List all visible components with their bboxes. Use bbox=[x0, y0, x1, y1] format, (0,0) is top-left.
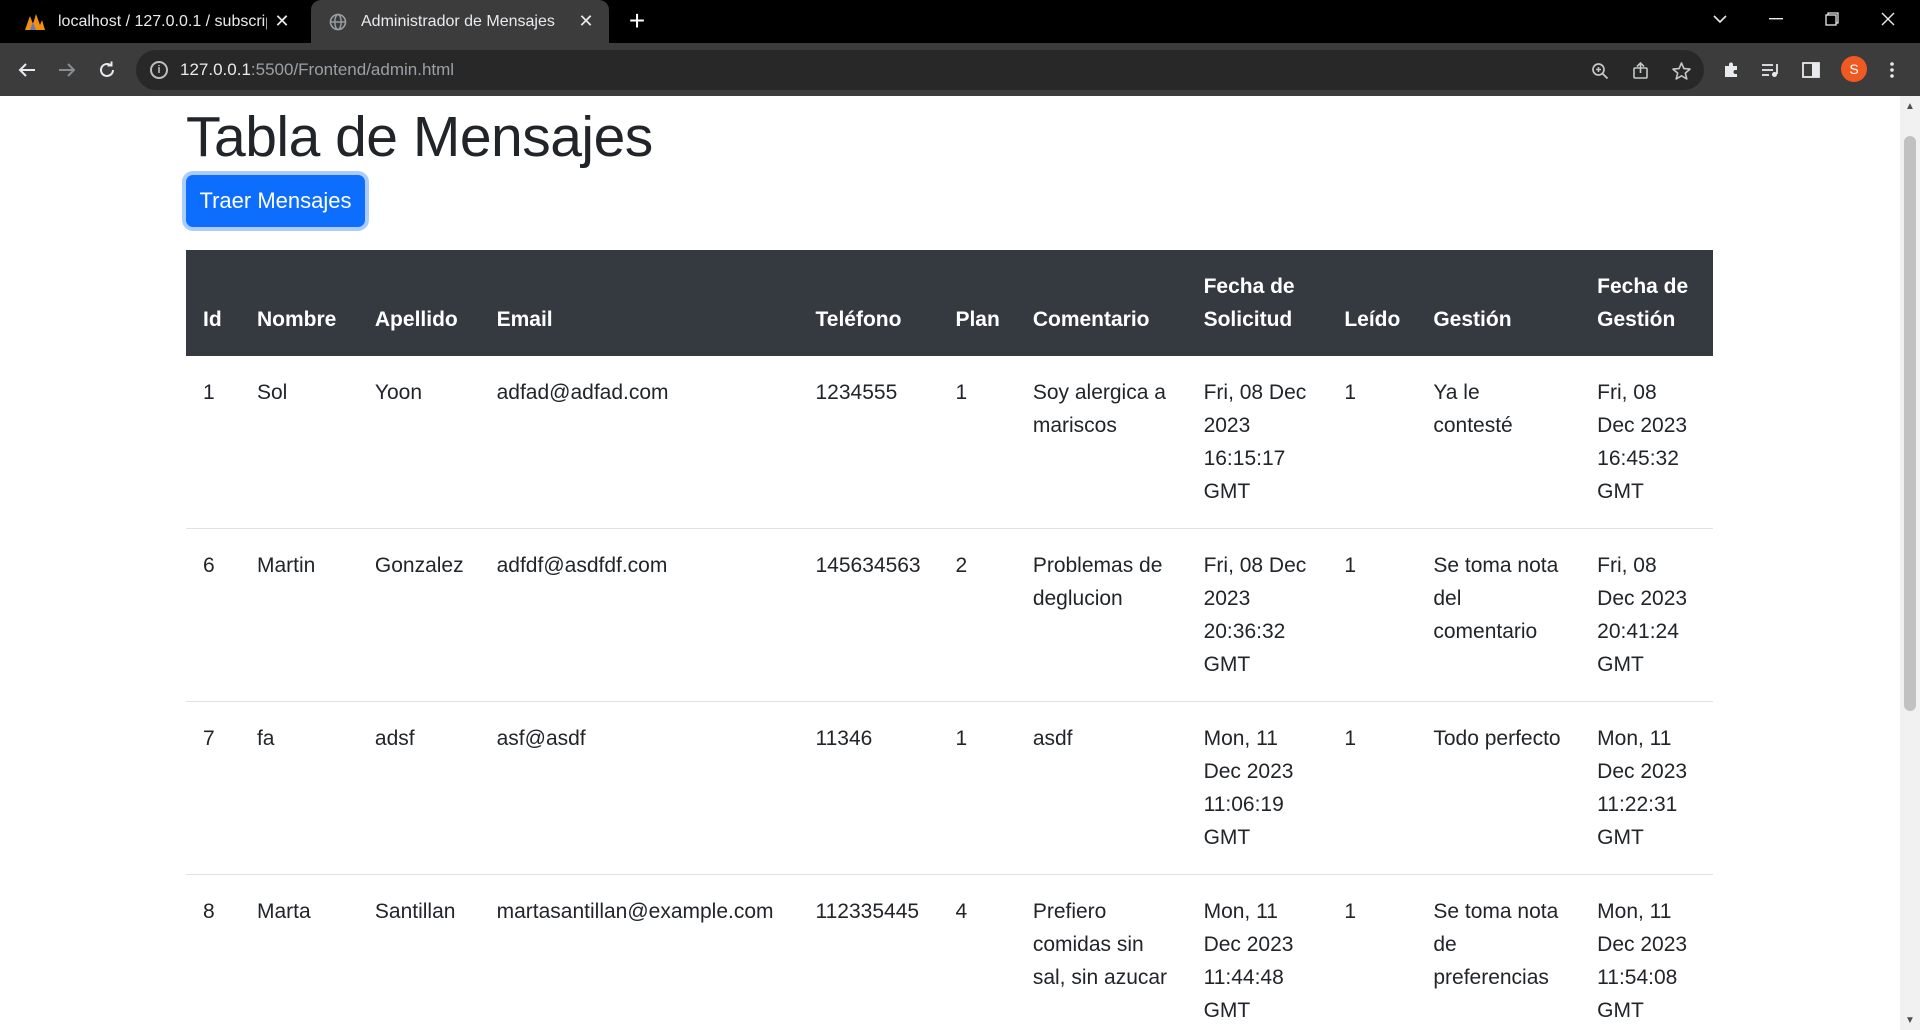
close-icon[interactable]: ✕ bbox=[571, 7, 601, 37]
zoom-icon[interactable] bbox=[1587, 58, 1613, 84]
header-nombre: Nombre bbox=[239, 250, 358, 356]
cell-id: 8 bbox=[203, 900, 215, 923]
cell-email: adfdf@asdfdf.com bbox=[479, 528, 799, 702]
cell-telefono: 145634563 bbox=[798, 528, 939, 702]
header-telefono: Teléfono bbox=[798, 250, 939, 356]
table-row: 6 Martin Gonzalez adfdf@asdfdf.com 14563… bbox=[186, 528, 1713, 702]
messages-table: Id Nombre Apellido Email Teléfono Plan C… bbox=[186, 250, 1713, 1030]
address-bar[interactable]: i 127.0.0.1:5500/Frontend/admin.html bbox=[136, 50, 1704, 90]
cell-leido: 1 bbox=[1327, 701, 1417, 875]
cell-id: 1 bbox=[186, 356, 240, 529]
scroll-up-arrow-icon[interactable]: ▲ bbox=[1900, 96, 1920, 116]
cell-nombre: Martin bbox=[239, 528, 358, 702]
cell-email: adfad@adfad.com bbox=[479, 356, 799, 529]
url-text: 127.0.0.1:5500/Frontend/admin.html bbox=[180, 60, 455, 79]
cell-email: asf@asdf bbox=[479, 701, 799, 875]
cell-fecha-gestion: Mon, 11 Dec 2023 11:22:31 GMT bbox=[1580, 701, 1713, 875]
cell-comentario: Problemas de deglucion bbox=[1015, 528, 1187, 702]
scroll-down-arrow-icon[interactable]: ▼ bbox=[1900, 1010, 1920, 1030]
cell-nombre: Sol bbox=[239, 356, 358, 529]
cell-gestion: Se toma nota de preferencias bbox=[1433, 900, 1559, 989]
header-comentario: Comentario bbox=[1015, 250, 1187, 356]
restore-icon[interactable] bbox=[1804, 0, 1860, 38]
header-row: Id Nombre Apellido Email Teléfono Plan C… bbox=[186, 250, 1713, 356]
cell-plan: 1 bbox=[938, 701, 1016, 875]
share-icon[interactable] bbox=[1628, 58, 1654, 84]
cell-fecha-gestion: Fri, 08 Dec 2023 20:41:24 GMT bbox=[1580, 528, 1713, 702]
cell-apellido: adsf bbox=[357, 701, 480, 875]
page-viewport: Tabla de Mensajes Traer Mensajes Id Nomb… bbox=[0, 96, 1900, 1030]
close-window-icon[interactable] bbox=[1860, 0, 1916, 38]
profile-avatar[interactable]: S bbox=[1841, 56, 1867, 82]
close-icon[interactable]: ✕ bbox=[267, 7, 297, 37]
cell-fecha-solicitud: Mon, 11 Dec 2023 11:06:19 GMT bbox=[1186, 701, 1328, 875]
scrollbar-thumb[interactable] bbox=[1904, 136, 1916, 711]
tab-title: Administrador de Mensajes bbox=[361, 12, 555, 30]
header-email: Email bbox=[479, 250, 799, 356]
phpmyadmin-icon bbox=[24, 11, 46, 33]
cell-leido: 1 bbox=[1327, 356, 1417, 529]
cell-apellido: Gonzalez bbox=[357, 528, 480, 702]
cell-fecha-solicitud: Mon, 11 Dec 2023 11:44:48 GMT bbox=[1203, 900, 1294, 1022]
table-body: 1 Sol Yoon adfad@adfad.com 1234555 1 Soy… bbox=[186, 356, 1713, 1030]
minimize-icon[interactable] bbox=[1748, 0, 1804, 38]
header-plan: Plan bbox=[938, 250, 1016, 356]
new-tab-button[interactable]: + bbox=[622, 5, 652, 36]
header-apellido: Apellido bbox=[357, 250, 480, 356]
header-leido: Leído bbox=[1327, 250, 1417, 356]
browser-tab-phpmyadmin[interactable]: localhost / 127.0.0.1 / subscripciones ✕ bbox=[0, 0, 305, 43]
side-panel-icon[interactable] bbox=[1795, 54, 1827, 86]
kebab-menu-icon[interactable] bbox=[1876, 54, 1908, 86]
tab-title: localhost / 127.0.0.1 / subscripciones bbox=[58, 12, 267, 30]
cell-nombre: fa bbox=[239, 701, 358, 875]
browser-tab-bar: localhost / 127.0.0.1 / subscripciones ✕… bbox=[0, 0, 1920, 43]
cell-gestion: Todo perfecto bbox=[1416, 701, 1581, 875]
cell-fecha-solicitud: Fri, 08 Dec 2023 16:15:17 GMT bbox=[1186, 356, 1328, 529]
forward-arrow-icon[interactable] bbox=[50, 53, 84, 87]
table-row: 7 fa adsf asf@asdf 11346 1 asdf Mon, 11 … bbox=[186, 701, 1713, 875]
browser-tab-admin[interactable]: Administrador de Mensajes ✕ bbox=[311, 0, 609, 43]
cell-fecha-gestion: Fri, 08 Dec 2023 16:45:32 GMT bbox=[1580, 356, 1713, 529]
cell-fecha-solicitud: Fri, 08 Dec 2023 20:36:32 GMT bbox=[1186, 528, 1328, 702]
extensions-puzzle-icon[interactable] bbox=[1715, 54, 1747, 86]
browser-toolbar: i 127.0.0.1:5500/Frontend/admin.html S bbox=[0, 43, 1920, 96]
tab-search-icon[interactable] bbox=[1692, 0, 1748, 38]
cell-plan: 1 bbox=[938, 356, 1016, 529]
cell-nombre: Marta bbox=[256, 900, 311, 923]
bookmark-star-icon[interactable] bbox=[1668, 58, 1694, 84]
cell-email: martasantillan@example.com bbox=[496, 900, 774, 923]
table-row: 8 Marta Santillan martasantillan@example… bbox=[186, 875, 1713, 1030]
header-id: Id bbox=[186, 250, 240, 356]
page-title: Tabla de Mensajes bbox=[186, 105, 653, 169]
site-info-icon[interactable]: i bbox=[150, 61, 168, 79]
header-fecha-gestion: Fecha de Gestión bbox=[1580, 250, 1713, 356]
cell-telefono: 11346 bbox=[798, 701, 939, 875]
cell-fecha-gestion: Mon, 11 Dec 2023 11:54:08 GMT bbox=[1597, 900, 1688, 1022]
cell-id: 6 bbox=[186, 528, 240, 702]
media-queue-icon[interactable] bbox=[1755, 54, 1787, 86]
cell-plan: 4 bbox=[955, 900, 968, 923]
cell-telefono: 112335445 bbox=[815, 900, 920, 923]
cell-telefono: 1234555 bbox=[798, 356, 939, 529]
table-row: 1 Sol Yoon adfad@adfad.com 1234555 1 Soy… bbox=[186, 356, 1713, 529]
reload-icon[interactable] bbox=[90, 53, 124, 87]
fetch-messages-button[interactable]: Traer Mensajes bbox=[186, 175, 365, 227]
back-arrow-icon[interactable] bbox=[10, 53, 44, 87]
cell-apellido: Yoon bbox=[357, 356, 480, 529]
cell-comentario: Soy alergica a mariscos bbox=[1015, 356, 1187, 529]
cell-comentario: asdf bbox=[1015, 701, 1187, 875]
cell-plan: 2 bbox=[938, 528, 1016, 702]
globe-icon bbox=[327, 11, 349, 33]
cell-apellido: Santillan bbox=[374, 900, 456, 923]
cell-leido: 1 bbox=[1327, 528, 1417, 702]
cell-comentario: Prefiero comidas sin sal, sin azucar bbox=[1032, 900, 1168, 989]
cell-gestion: Se toma nota del comentario bbox=[1416, 528, 1581, 702]
header-gestion: Gestión bbox=[1416, 250, 1581, 356]
cell-id: 7 bbox=[186, 701, 240, 875]
cell-leido: 1 bbox=[1344, 900, 1357, 923]
vertical-scrollbar[interactable]: ▲ ▼ bbox=[1900, 96, 1920, 1030]
cell-gestion: Ya le contesté bbox=[1416, 356, 1581, 529]
header-fecha-solicitud: Fecha de Solicitud bbox=[1186, 250, 1328, 356]
table-header: Id Nombre Apellido Email Teléfono Plan C… bbox=[186, 250, 1713, 356]
